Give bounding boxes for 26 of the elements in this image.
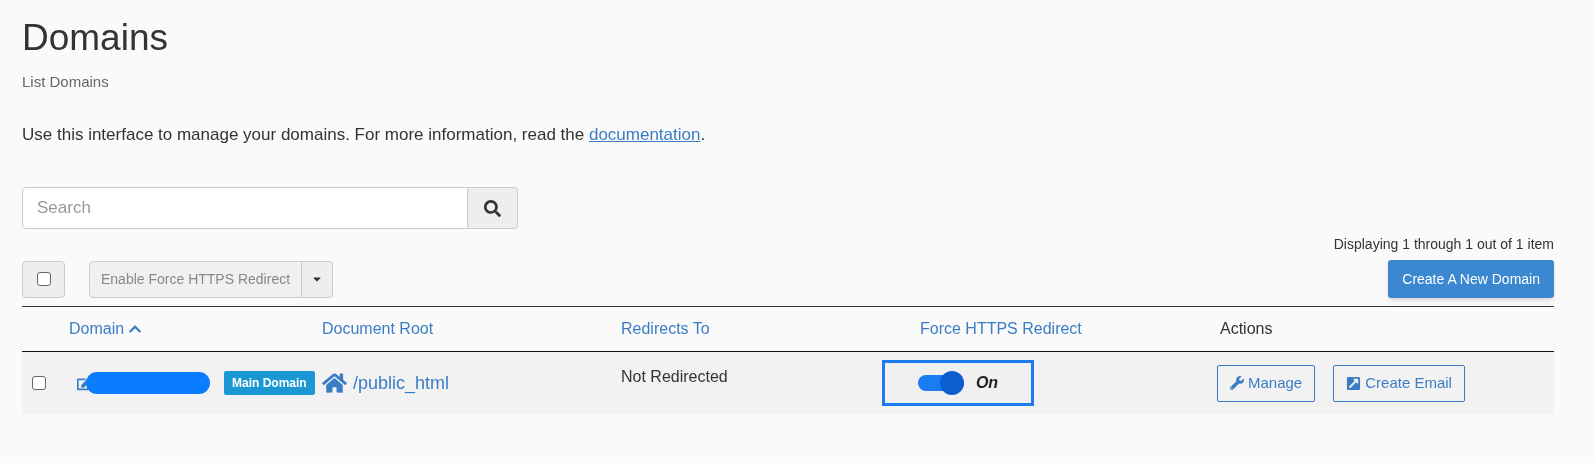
sortable-column-header[interactable]: Document Root [322,317,434,341]
sortable-column-header[interactable]: Force HTTPS Redirect [920,317,1082,341]
column-header: Actions [1220,319,1273,339]
select-all-button[interactable] [22,260,65,298]
page-title: Domains [22,16,168,60]
external-link-icon [1346,375,1362,391]
create-email-button[interactable]: Create Email [1333,364,1465,402]
select-all-checkbox[interactable] [36,272,51,286]
sortable-column-header[interactable]: Domain [69,317,143,341]
redirects-to-text: Not Redirected [621,368,728,385]
force-https-toggle[interactable]: On [882,360,1034,406]
row-checkbox[interactable] [32,376,46,390]
create-domain-button[interactable]: Create A New Domain [1388,260,1554,298]
page-subtitle: List Domains [22,72,109,92]
search-field[interactable]: Search [22,187,468,229]
home-icon [322,372,347,394]
manage-button[interactable]: Manage [1217,364,1316,402]
main-domain-badge: Main Domain [224,371,315,395]
sortable-column-header[interactable]: Redirects To [621,317,710,341]
intro-text: Use this interface to manage your domains. For more information, read the documentation. [22,123,706,146]
search-icon [484,199,501,217]
documentation-link[interactable]: documentation [588,124,701,144]
pagination-text: Displaying 1 through 1 out of 1 item [1333,235,1554,254]
search-button[interactable] [468,187,518,229]
wrench-icon [1230,376,1244,390]
document-root-link[interactable]: /public_html [353,369,450,397]
